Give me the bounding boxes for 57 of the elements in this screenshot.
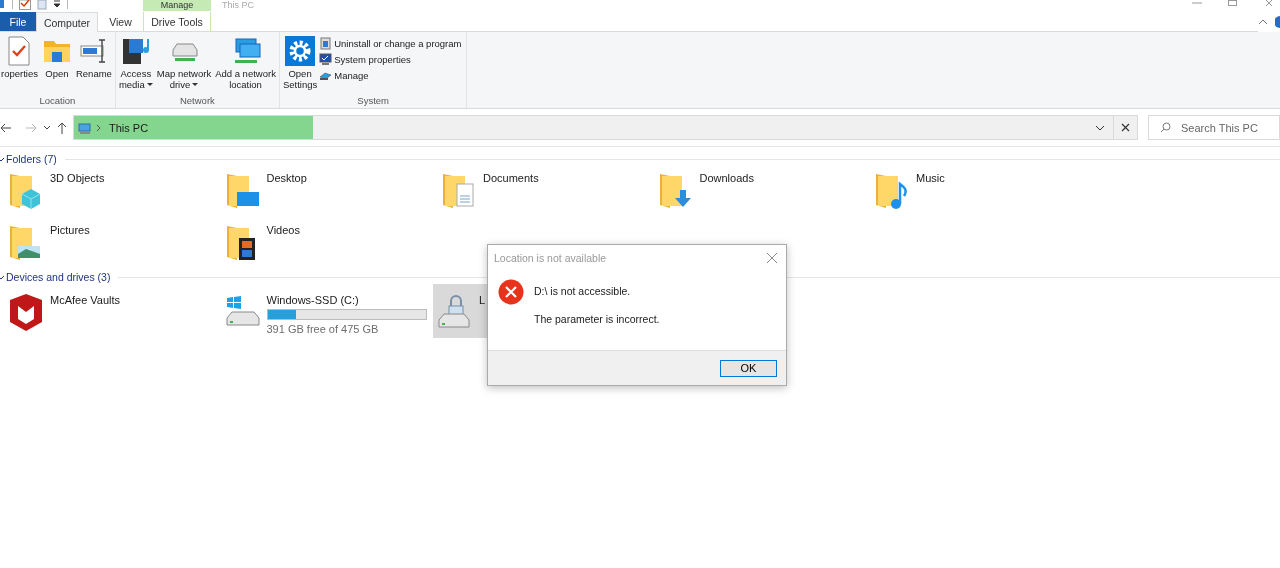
item-tile[interactable]: Pictures (8, 218, 225, 270)
error-detail: The parameter is incorrect. (534, 313, 660, 325)
item-tile[interactable]: 3D Objects (8, 166, 225, 218)
item-tile[interactable]: Windows-SSD (C:) 391 GB free of 475 GB (224, 284, 427, 338)
ribbon-button[interactable]: Access media (116, 34, 155, 95)
address-bar[interactable]: This PC (73, 115, 1114, 140)
ribbon-button[interactable]: Rename (73, 34, 114, 95)
ok-button[interactable]: OK (720, 359, 777, 377)
chevron-right-icon (96, 123, 101, 132)
search-field[interactable]: Search This PC (1148, 115, 1280, 140)
item-tile[interactable]: Desktop (224, 166, 441, 218)
dialog-title: Location is not available (494, 252, 607, 264)
section-header[interactable]: Folders (7) (6, 153, 57, 165)
ribbon-tab[interactable]: Computer (36, 12, 98, 32)
contextual-tab-header: Manage (143, 0, 211, 11)
ribbon-button[interactable]: roperties (1, 34, 40, 95)
caret-icon (146, 82, 153, 87)
item-tile[interactable]: Documents (441, 166, 658, 218)
ribbon-button[interactable]: Map network drive (154, 34, 214, 95)
error-message: D:\ is not accessible. (534, 285, 632, 297)
address-path: This PC (109, 121, 149, 134)
up-arrow-icon[interactable] (57, 121, 67, 134)
ribbon-button[interactable]: Open Settings (280, 34, 320, 95)
back-icon[interactable] (0, 122, 12, 133)
group-label: Network (178, 95, 216, 108)
program-icon (319, 37, 333, 50)
group-label: System (356, 95, 391, 108)
shield-icon (8, 292, 44, 332)
item-tile[interactable]: McAfee Vaults (8, 284, 121, 338)
ribbon-button[interactable]: Manage (319, 69, 462, 82)
ribbon-button[interactable]: System properties (319, 53, 462, 66)
free-space-text: 391 GB free of 475 GB (266, 323, 380, 335)
section-header[interactable]: Devices and drives (3) (6, 271, 111, 283)
clear-button[interactable] (1114, 115, 1138, 140)
settings-icon (285, 36, 316, 66)
close-icon (1121, 123, 1130, 132)
close-icon[interactable] (1264, 0, 1274, 6)
item-tile[interactable]: Downloads (657, 166, 874, 218)
group-label: Location (38, 95, 77, 108)
caret-icon (192, 82, 199, 87)
window-title: This PC (222, 0, 254, 11)
media-icon (120, 36, 151, 66)
folder-icon[interactable] (0, 0, 6, 8)
ribbon-tab[interactable]: File (0, 12, 36, 32)
maximize-icon[interactable] (1228, 0, 1238, 6)
error-icon (498, 279, 524, 305)
search-icon (1160, 122, 1171, 133)
ribbon-button[interactable]: Add a network location (213, 34, 278, 95)
close-icon[interactable] (767, 253, 777, 263)
collapse-ribbon-icon[interactable] (1258, 19, 1268, 25)
help-icon[interactable] (1275, 16, 1280, 28)
item-tile[interactable]: Music (874, 166, 1091, 218)
checkmark-icon[interactable] (19, 0, 31, 10)
ribbon-button[interactable]: Uninstall or change a program (319, 37, 462, 50)
item-tile[interactable]: Videos (224, 218, 441, 270)
ribbon-button[interactable]: Open (39, 34, 74, 95)
dropdown-icon[interactable] (53, 0, 61, 8)
